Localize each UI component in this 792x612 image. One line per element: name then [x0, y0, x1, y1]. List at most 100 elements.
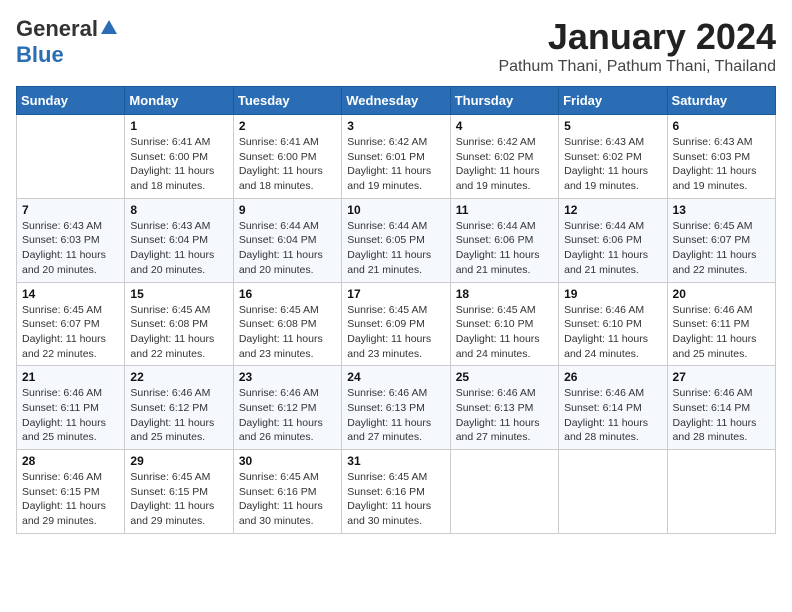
day-number: 3 [347, 119, 444, 133]
week-row-5: 28 Sunrise: 6:46 AM Sunset: 6:15 PM Dayli… [17, 450, 776, 534]
day-cell: 22 Sunrise: 6:46 AM Sunset: 6:12 PM Dayli… [125, 366, 233, 450]
day-cell: 10 Sunrise: 6:44 AM Sunset: 6:05 PM Dayli… [342, 198, 450, 282]
header-saturday: Saturday [667, 87, 775, 115]
day-info: Sunrise: 6:46 AM Sunset: 6:13 PM Dayligh… [456, 386, 553, 445]
day-cell [17, 115, 125, 199]
day-info: Sunrise: 6:43 AM Sunset: 6:02 PM Dayligh… [564, 135, 661, 194]
day-info: Sunrise: 6:45 AM Sunset: 6:16 PM Dayligh… [239, 470, 336, 529]
day-cell: 2 Sunrise: 6:41 AM Sunset: 6:00 PM Daylig… [233, 115, 341, 199]
day-info: Sunrise: 6:46 AM Sunset: 6:11 PM Dayligh… [673, 303, 770, 362]
day-cell: 30Sunrise: 6:45 AM Sunset: 6:16 PM Dayli… [233, 450, 341, 534]
day-info: Sunrise: 6:45 AM Sunset: 6:16 PM Dayligh… [347, 470, 444, 529]
day-cell: 12 Sunrise: 6:44 AM Sunset: 6:06 PM Dayli… [559, 198, 667, 282]
day-info: Sunrise: 6:44 AM Sunset: 6:06 PM Dayligh… [456, 219, 553, 278]
day-cell: 1 Sunrise: 6:41 AM Sunset: 6:00 PM Daylig… [125, 115, 233, 199]
day-info: Sunrise: 6:46 AM Sunset: 6:12 PM Dayligh… [130, 386, 227, 445]
day-info: Sunrise: 6:44 AM Sunset: 6:04 PM Dayligh… [239, 219, 336, 278]
day-number: 18 [456, 287, 553, 301]
day-cell: 9 Sunrise: 6:44 AM Sunset: 6:04 PM Daylig… [233, 198, 341, 282]
day-info: Sunrise: 6:45 AM Sunset: 6:08 PM Dayligh… [130, 303, 227, 362]
day-cell: 29 Sunrise: 6:45 AM Sunset: 6:15 PM Dayli… [125, 450, 233, 534]
day-number: 13 [673, 203, 770, 217]
day-info: Sunrise: 6:46 AM Sunset: 6:14 PM Dayligh… [564, 386, 661, 445]
day-info: Sunrise: 6:41 AM Sunset: 6:00 PM Dayligh… [239, 135, 336, 194]
day-cell: 6Sunrise: 6:43 AM Sunset: 6:03 PM Daylig… [667, 115, 775, 199]
day-cell: 27 Sunrise: 6:46 AM Sunset: 6:14 PM Dayli… [667, 366, 775, 450]
day-cell [667, 450, 775, 534]
logo-arrow-icon [100, 18, 118, 41]
header-thursday: Thursday [450, 87, 558, 115]
calendar-title: January 2024 [498, 16, 776, 58]
day-number: 4 [456, 119, 553, 133]
day-number: 1 [130, 119, 227, 133]
day-info: Sunrise: 6:46 AM Sunset: 6:11 PM Dayligh… [22, 386, 119, 445]
day-info: Sunrise: 6:46 AM Sunset: 6:13 PM Dayligh… [347, 386, 444, 445]
day-number: 24 [347, 370, 444, 384]
day-number: 31 [347, 454, 444, 468]
header-sunday: Sunday [17, 87, 125, 115]
calendar-table: SundayMondayTuesdayWednesdayThursdayFrid… [16, 86, 776, 534]
day-cell: 31 Sunrise: 6:45 AM Sunset: 6:16 PM Dayli… [342, 450, 450, 534]
week-row-2: 7 Sunrise: 6:43 AM Sunset: 6:03 PM Daylig… [17, 198, 776, 282]
day-info: Sunrise: 6:43 AM Sunset: 6:04 PM Dayligh… [130, 219, 227, 278]
week-row-1: 1 Sunrise: 6:41 AM Sunset: 6:00 PM Daylig… [17, 115, 776, 199]
day-number: 26 [564, 370, 661, 384]
calendar-location: Pathum Thani, Pathum Thani, Thailand [498, 58, 776, 76]
day-info: Sunrise: 6:41 AM Sunset: 6:00 PM Dayligh… [130, 135, 227, 194]
title-area: January 2024 Pathum Thani, Pathum Thani,… [498, 16, 776, 76]
header-wednesday: Wednesday [342, 87, 450, 115]
day-number: 22 [130, 370, 227, 384]
day-cell: 23 Sunrise: 6:46 AM Sunset: 6:12 PM Dayli… [233, 366, 341, 450]
day-number: 17 [347, 287, 444, 301]
day-number: 27 [673, 370, 770, 384]
day-number: 14 [22, 287, 119, 301]
day-info: Sunrise: 6:46 AM Sunset: 6:12 PM Dayligh… [239, 386, 336, 445]
day-info: Sunrise: 6:43 AM Sunset: 6:03 PM Dayligh… [673, 135, 770, 194]
day-info: Sunrise: 6:46 AM Sunset: 6:15 PM Dayligh… [22, 470, 119, 529]
day-info: Sunrise: 6:42 AM Sunset: 6:02 PM Dayligh… [456, 135, 553, 194]
day-cell: 19Sunrise: 6:46 AM Sunset: 6:10 PM Dayli… [559, 282, 667, 366]
day-cell: 5 Sunrise: 6:43 AM Sunset: 6:02 PM Daylig… [559, 115, 667, 199]
day-info: Sunrise: 6:44 AM Sunset: 6:05 PM Dayligh… [347, 219, 444, 278]
day-number: 9 [239, 203, 336, 217]
day-cell: 8Sunrise: 6:43 AM Sunset: 6:04 PM Daylig… [125, 198, 233, 282]
week-row-3: 14 Sunrise: 6:45 AM Sunset: 6:07 PM Dayli… [17, 282, 776, 366]
day-number: 2 [239, 119, 336, 133]
day-info: Sunrise: 6:45 AM Sunset: 6:07 PM Dayligh… [673, 219, 770, 278]
day-number: 11 [456, 203, 553, 217]
day-info: Sunrise: 6:45 AM Sunset: 6:07 PM Dayligh… [22, 303, 119, 362]
day-number: 7 [22, 203, 119, 217]
logo-general: General [16, 16, 98, 42]
day-number: 28 [22, 454, 119, 468]
day-info: Sunrise: 6:45 AM Sunset: 6:15 PM Dayligh… [130, 470, 227, 529]
header-friday: Friday [559, 87, 667, 115]
day-number: 20 [673, 287, 770, 301]
day-info: Sunrise: 6:44 AM Sunset: 6:06 PM Dayligh… [564, 219, 661, 278]
day-number: 16 [239, 287, 336, 301]
day-number: 12 [564, 203, 661, 217]
day-info: Sunrise: 6:46 AM Sunset: 6:14 PM Dayligh… [673, 386, 770, 445]
day-cell: 21 Sunrise: 6:46 AM Sunset: 6:11 PM Dayli… [17, 366, 125, 450]
day-info: Sunrise: 6:45 AM Sunset: 6:10 PM Dayligh… [456, 303, 553, 362]
day-number: 10 [347, 203, 444, 217]
logo-blue: Blue [16, 42, 64, 67]
day-number: 5 [564, 119, 661, 133]
day-cell: 18 Sunrise: 6:45 AM Sunset: 6:10 PM Dayli… [450, 282, 558, 366]
day-number: 23 [239, 370, 336, 384]
day-cell: 11 Sunrise: 6:44 AM Sunset: 6:06 PM Dayli… [450, 198, 558, 282]
day-cell: 20 Sunrise: 6:46 AM Sunset: 6:11 PM Dayli… [667, 282, 775, 366]
day-info: Sunrise: 6:45 AM Sunset: 6:08 PM Dayligh… [239, 303, 336, 362]
day-cell: 15Sunrise: 6:45 AM Sunset: 6:08 PM Dayli… [125, 282, 233, 366]
day-cell: 14 Sunrise: 6:45 AM Sunset: 6:07 PM Dayli… [17, 282, 125, 366]
day-cell: 16 Sunrise: 6:45 AM Sunset: 6:08 PM Dayli… [233, 282, 341, 366]
day-cell: 24 Sunrise: 6:46 AM Sunset: 6:13 PM Dayli… [342, 366, 450, 450]
day-cell [559, 450, 667, 534]
day-cell: 13 Sunrise: 6:45 AM Sunset: 6:07 PM Dayli… [667, 198, 775, 282]
header: General Blue January 2024 Pathum Thani, … [16, 16, 776, 76]
header-tuesday: Tuesday [233, 87, 341, 115]
day-cell: 3Sunrise: 6:42 AM Sunset: 6:01 PM Daylig… [342, 115, 450, 199]
header-monday: Monday [125, 87, 233, 115]
day-number: 21 [22, 370, 119, 384]
day-number: 29 [130, 454, 227, 468]
day-info: Sunrise: 6:43 AM Sunset: 6:03 PM Dayligh… [22, 219, 119, 278]
